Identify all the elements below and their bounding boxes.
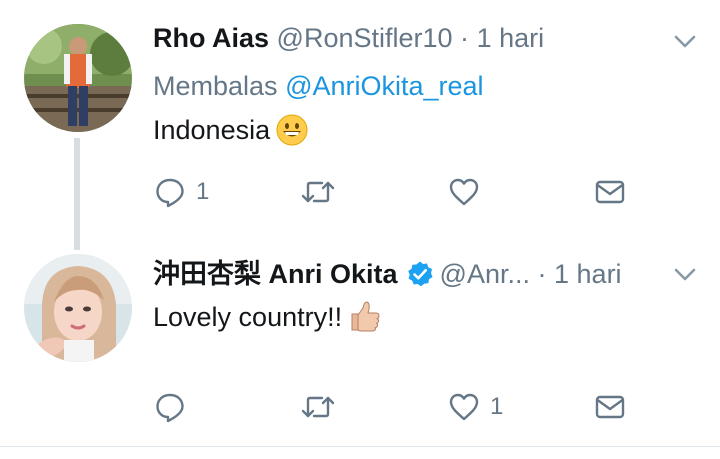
username[interactable]: @Anr... <box>440 259 530 289</box>
divider <box>0 446 720 447</box>
grinning-face-emoji-icon <box>276 114 308 155</box>
direct-message-button[interactable] <box>594 387 626 427</box>
avatar[interactable] <box>24 254 132 362</box>
avatar[interactable] <box>24 24 132 132</box>
chevron-down-icon[interactable] <box>672 261 698 287</box>
heart-icon <box>449 393 479 421</box>
tweet-text: Lovely country!! <box>153 299 382 342</box>
avatar-photo-woman <box>24 254 132 362</box>
tweet-rho-aias[interactable]: Rho Aias @RonStifler10 · 1 hari Membalas… <box>0 0 720 250</box>
tweet-text-content: Lovely country!! <box>153 302 343 332</box>
timestamp[interactable]: 1 hari <box>477 23 545 53</box>
verified-badge-icon <box>406 260 434 297</box>
separator-dot: · <box>460 23 470 53</box>
tweet-text: Indonesia <box>153 112 308 155</box>
display-name[interactable]: Rho Aias <box>153 23 269 53</box>
tweet-actions: 1 <box>0 172 720 212</box>
tweet-actions: 1 <box>0 387 720 427</box>
retweet-icon <box>301 181 335 203</box>
tweet-anri-okita[interactable]: 沖田杏梨 Anri Okita @Anr... · 1 hari Lovely … <box>0 246 720 446</box>
reply-icon <box>156 178 184 208</box>
envelope-icon <box>595 395 625 419</box>
separator-dot: · <box>537 259 547 289</box>
retweet-button[interactable] <box>300 172 346 212</box>
reply-count: 1 <box>196 178 210 205</box>
like-count: 1 <box>490 393 504 420</box>
retweet-icon <box>301 396 335 418</box>
reply-button[interactable]: 1 <box>154 172 209 212</box>
like-button[interactable]: 1 <box>448 387 503 427</box>
thumbs-up-emoji-icon <box>348 299 382 342</box>
tweet-header: Rho Aias @RonStifler10 · 1 hari <box>153 20 544 56</box>
envelope-icon <box>595 180 625 204</box>
replying-prefix: Membalas <box>153 71 278 101</box>
like-button[interactable] <box>448 172 490 212</box>
direct-message-button[interactable] <box>594 172 626 212</box>
tweet-text-content: Indonesia <box>153 115 271 145</box>
heart-icon <box>449 178 479 206</box>
display-name[interactable]: 沖田杏梨 Anri Okita <box>153 259 398 289</box>
username[interactable]: @RonStifler10 <box>277 23 453 53</box>
retweet-button[interactable] <box>300 387 346 427</box>
avatar-photo-man <box>24 24 132 132</box>
tweet-header: 沖田杏梨 Anri Okita @Anr... · 1 hari <box>153 256 622 292</box>
reply-button[interactable] <box>154 387 196 427</box>
timestamp[interactable]: 1 hari <box>554 259 622 289</box>
mention-link[interactable]: @AnriOkita_real <box>285 71 483 101</box>
replying-to: Membalas @AnriOkita_real <box>153 68 484 104</box>
reply-icon <box>156 393 184 423</box>
chevron-down-icon[interactable] <box>672 28 698 54</box>
